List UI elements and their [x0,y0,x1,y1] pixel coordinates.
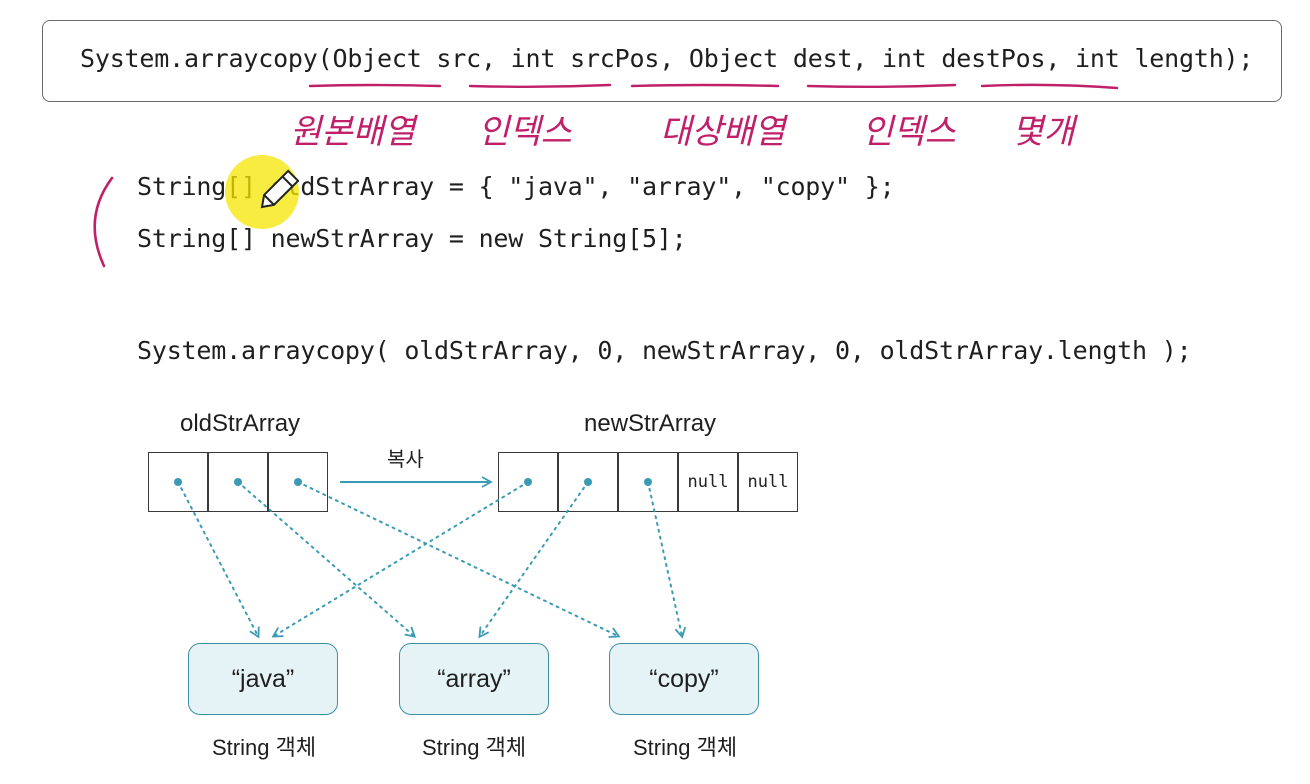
underline-src-pos [468,83,612,88]
reference-arrows [177,481,687,639]
ref-old-0 [177,481,260,639]
code-bracket-mark [93,176,114,268]
parameter-underlines [308,83,1119,90]
underline-dest [630,83,780,88]
object-caption: String 객체 [422,735,527,760]
object-caption: String 객체 [212,735,317,760]
string-object-copy: “copy” [609,643,759,715]
ref-old-1 [237,481,417,638]
string-object-array: “array” [399,643,549,715]
underline-src [308,83,442,88]
object-caption: String 객체 [633,735,738,760]
ref-new-2 [647,481,687,639]
ref-new-0 [271,481,529,638]
underline-length [980,83,1119,90]
underline-dest-pos [806,83,957,88]
ref-old-2 [297,481,621,638]
string-object-java: “java” [188,643,338,715]
